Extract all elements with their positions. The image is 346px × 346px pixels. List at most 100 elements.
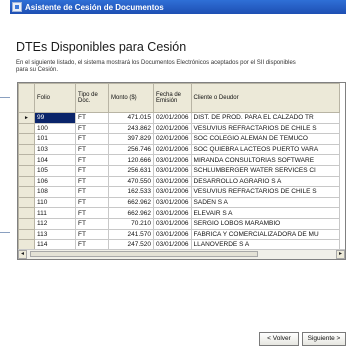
table-row[interactable]: 111 FT 662.962 03/01/2006 ELEVAIR S A xyxy=(18,207,340,219)
tipo-cell[interactable]: FT xyxy=(75,217,109,230)
table-row[interactable]: 100 FT 243.862 02/01/2006 VESUVIUS REFRACTAR… xyxy=(18,122,340,135)
monto-cell[interactable]: 120.666 xyxy=(108,154,154,166)
monto-cell[interactable]: 243.862 xyxy=(108,122,154,135)
horizontal-scrollbar[interactable]: ◂ ▸ xyxy=(18,249,345,259)
scroll-left-arrow-icon[interactable]: ◂ xyxy=(18,250,27,259)
cliente-cell[interactable]: SERGIO LOBOS MARAMBIO xyxy=(190,217,340,230)
folio-cell[interactable]: 104 xyxy=(34,154,76,166)
cliente-cell[interactable]: ELEVAIR S A xyxy=(190,207,340,219)
column-header-monto[interactable]: Monto ($) xyxy=(108,83,154,113)
cliente-cell[interactable]: SOC COLEGIO ALEMAN DE TEMUCO xyxy=(190,133,340,145)
cliente-cell[interactable]: DESARROLLO AGRARIO S A xyxy=(190,175,340,188)
monto-cell[interactable]: 662.962 xyxy=(108,207,154,219)
tipo-cell[interactable]: FT xyxy=(75,143,109,156)
folio-cell[interactable]: 101 xyxy=(34,133,76,145)
table-row[interactable]: 110 FT 662.962 03/01/2006 SADEN S A xyxy=(18,196,340,209)
monto-cell[interactable]: 471.015 xyxy=(108,112,154,124)
cliente-cell[interactable]: FABRICA Y COMERCIALIZADORA DE MU xyxy=(190,228,340,241)
row-selector[interactable] xyxy=(18,133,35,145)
folio-cell[interactable]: 99 xyxy=(34,112,76,124)
table-row[interactable]: ► 99 FT 471.015 02/01/2006 DIST. DE PROD. PAR… xyxy=(18,112,340,124)
next-button[interactable]: Siguiente > xyxy=(302,332,346,346)
folio-cell[interactable]: 111 xyxy=(34,207,76,219)
row-selector[interactable] xyxy=(18,154,35,166)
folio-cell[interactable]: 103 xyxy=(34,143,76,156)
tipo-cell[interactable]: FT xyxy=(75,122,109,135)
tipo-cell[interactable]: FT xyxy=(75,228,109,241)
page-title: DTEs Disponibles para Cesión xyxy=(16,40,187,54)
folio-cell[interactable]: 110 xyxy=(34,196,76,209)
monto-cell[interactable]: 397.829 xyxy=(108,133,154,145)
fecha-cell[interactable]: 03/01/2006 xyxy=(153,175,192,188)
row-selector[interactable] xyxy=(18,143,35,156)
row-selector[interactable] xyxy=(18,122,35,135)
cliente-cell[interactable]: SADEN S A xyxy=(190,196,340,209)
folio-cell[interactable]: 100 xyxy=(34,122,76,135)
row-selector[interactable]: ► xyxy=(18,112,35,124)
folio-cell[interactable]: 112 xyxy=(34,217,76,230)
cliente-cell[interactable]: SOC QUIEBRA LACTEOS PUERTO VARA xyxy=(190,143,340,156)
cliente-cell[interactable]: SCHLUMBERGER WATER SERVICES CI xyxy=(190,164,340,177)
monto-cell[interactable]: 70.210 xyxy=(108,217,154,230)
column-header-fecha-emision[interactable]: Fecha de Emisión xyxy=(153,83,192,113)
cliente-cell[interactable]: VESUVIUS REFRACTARIOS DE CHILE S xyxy=(190,186,340,198)
tipo-cell[interactable]: FT xyxy=(75,175,109,188)
column-header-tipo-doc[interactable]: Tipo de Doc. xyxy=(75,83,109,113)
fecha-cell[interactable]: 03/01/2006 xyxy=(153,207,192,219)
fecha-cell[interactable]: 03/01/2006 xyxy=(153,186,192,198)
cliente-cell[interactable]: VESUVIUS REFRACTARIOS DE CHILE S xyxy=(190,122,340,135)
table-row[interactable]: 108 FT 162.533 03/01/2006 VESUVIUS REFRACTAR… xyxy=(18,186,340,198)
scroll-right-arrow-icon[interactable]: ▸ xyxy=(336,250,345,259)
monto-cell[interactable]: 662.962 xyxy=(108,196,154,209)
table-row[interactable]: 104 FT 120.666 03/01/2006 MIRANDA CONSULTORI… xyxy=(18,154,340,166)
row-selector[interactable] xyxy=(18,164,35,177)
row-selector[interactable] xyxy=(18,217,35,230)
tipo-cell[interactable]: FT xyxy=(75,207,109,219)
fecha-cell[interactable]: 02/01/2006 xyxy=(153,143,192,156)
monto-cell[interactable]: 241.570 xyxy=(108,228,154,241)
monto-cell[interactable]: 256.746 xyxy=(108,143,154,156)
row-selector[interactable] xyxy=(18,207,35,219)
tipo-cell[interactable]: FT xyxy=(75,133,109,145)
tipo-cell[interactable]: FT xyxy=(75,112,109,124)
fecha-cell[interactable]: 02/01/2006 xyxy=(153,122,192,135)
table-row[interactable]: 101 FT 397.829 02/01/2006 SOC COLEGIO ALEMAN… xyxy=(18,133,340,145)
fecha-cell[interactable]: 03/01/2006 xyxy=(153,228,192,241)
row-selector[interactable] xyxy=(18,175,35,188)
monto-cell[interactable]: 162.533 xyxy=(108,186,154,198)
row-selector[interactable] xyxy=(18,228,35,241)
folio-cell[interactable]: 108 xyxy=(34,186,76,198)
cliente-cell[interactable]: DIST. DE PROD. PARA EL CALZADO TR xyxy=(190,112,340,124)
fecha-cell[interactable]: 03/01/2006 xyxy=(153,217,192,230)
table-row[interactable]: 105 FT 256.631 03/01/2006 SCHLUMBERGER WATER… xyxy=(18,164,340,177)
column-header-cliente[interactable]: Cliente o Deudor xyxy=(190,83,340,113)
row-selector-header xyxy=(18,83,35,113)
folio-cell[interactable]: 106 xyxy=(34,175,76,188)
fecha-cell[interactable]: 02/01/2006 xyxy=(153,112,192,124)
row-selector[interactable] xyxy=(18,186,35,198)
cliente-cell[interactable]: MIRANDA CONSULTORIAS SOFTWARE xyxy=(190,154,340,166)
table-row[interactable]: 113 FT 241.570 03/01/2006 FABRICA Y COMERCIA… xyxy=(18,228,340,241)
fecha-cell[interactable]: 02/01/2006 xyxy=(153,133,192,145)
fecha-cell[interactable]: 03/01/2006 xyxy=(153,164,192,177)
documents-grid[interactable]: Folio Tipo de Doc. Monto ($) Fecha de Em… xyxy=(17,82,346,260)
tipo-cell[interactable]: FT xyxy=(75,154,109,166)
tipo-cell[interactable]: FT xyxy=(75,196,109,209)
scrollbar-thumb[interactable] xyxy=(30,251,258,257)
table-row[interactable]: 112 FT 70.210 03/01/2006 SERGIO LOBOS MARAMB… xyxy=(18,217,340,230)
monto-cell[interactable]: 256.631 xyxy=(108,164,154,177)
fecha-cell[interactable]: 03/01/2006 xyxy=(153,154,192,166)
tipo-cell[interactable]: FT xyxy=(75,186,109,198)
column-header-folio[interactable]: Folio xyxy=(34,83,76,113)
tipo-cell[interactable]: FT xyxy=(75,164,109,177)
folio-cell[interactable]: 105 xyxy=(34,164,76,177)
monto-cell[interactable]: 470.550 xyxy=(108,175,154,188)
title-bar[interactable]: Asistente de Cesión de Documentos xyxy=(10,0,346,14)
row-selector[interactable] xyxy=(18,196,35,209)
table-row[interactable]: 103 FT 256.746 02/01/2006 SOC QUIEBRA LACTEO… xyxy=(18,143,340,156)
grid-header-row: Folio Tipo de Doc. Monto ($) Fecha de Em… xyxy=(18,83,340,113)
table-row[interactable]: 106 FT 470.550 03/01/2006 DESARROLLO AGRARIO… xyxy=(18,175,340,188)
fecha-cell[interactable]: 03/01/2006 xyxy=(153,196,192,209)
back-button[interactable]: < Volver xyxy=(259,332,299,346)
folio-cell[interactable]: 113 xyxy=(34,228,76,241)
